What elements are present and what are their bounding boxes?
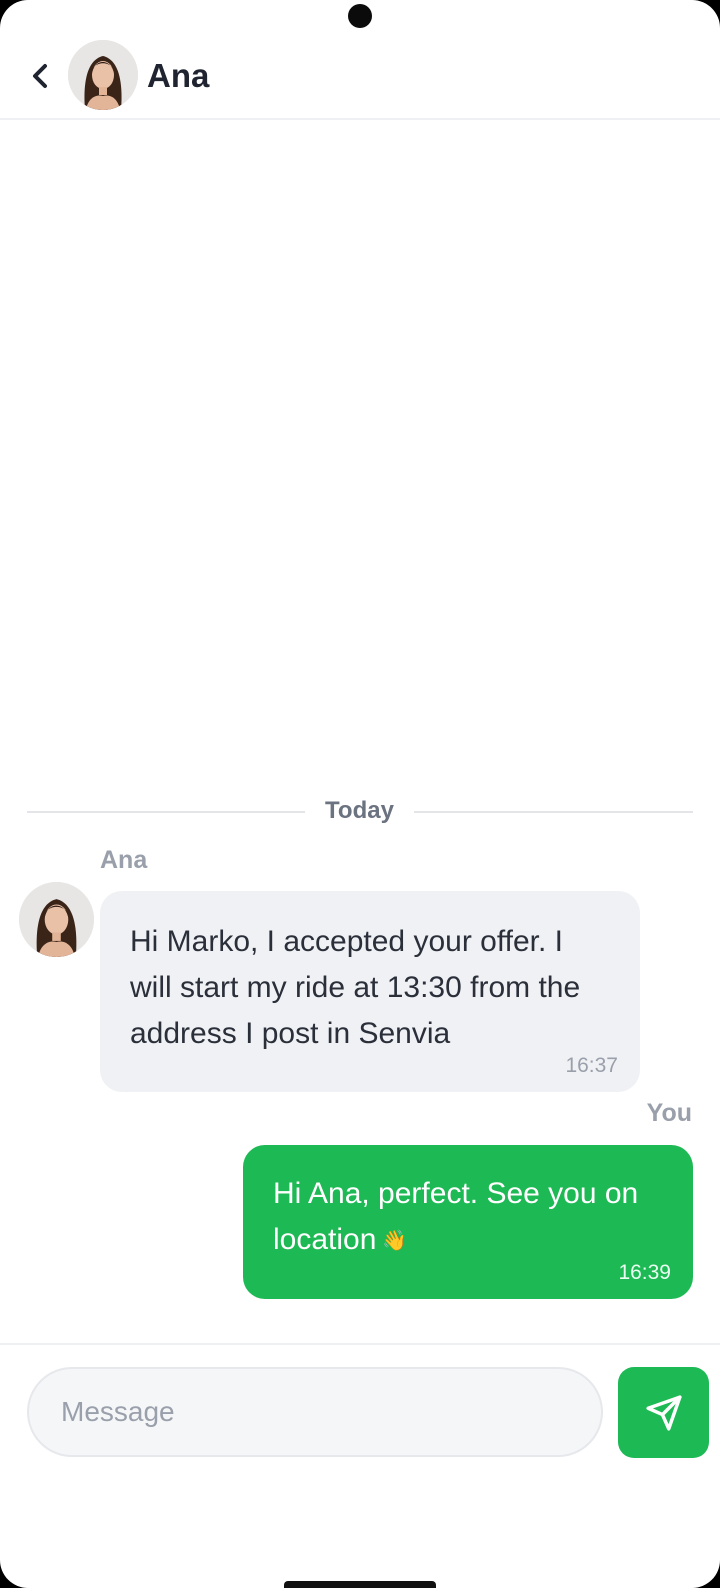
message-timestamp: 16:39	[618, 1261, 671, 1284]
chevron-left-icon	[33, 64, 47, 88]
send-button[interactable]	[618, 1367, 709, 1458]
divider-line	[414, 811, 693, 813]
message-sender-name: You	[646, 1099, 692, 1127]
message-input[interactable]	[27, 1367, 603, 1457]
message-timestamp: 16:37	[565, 1054, 618, 1077]
message-sender-name: Ana	[100, 846, 148, 874]
outgoing-message-bubble[interactable]: Hi Ana, perfect. See you on location 👋 16…	[243, 1145, 693, 1299]
message-text-body: Hi Ana, perfect. See you on location	[273, 1177, 639, 1256]
send-icon	[645, 1394, 682, 1431]
contact-avatar[interactable]	[68, 40, 138, 110]
incoming-message-bubble[interactable]: Hi Marko, I accepted your offer. I will …	[100, 891, 640, 1092]
message-text: Hi Ana, perfect. See you on location 👋	[273, 1171, 663, 1264]
back-button[interactable]	[22, 56, 58, 96]
divider-line	[27, 811, 305, 813]
chat-header: Ana	[0, 0, 720, 120]
day-separator: Today	[27, 795, 693, 827]
home-indicator[interactable]	[284, 1581, 436, 1588]
chat-screen: Ana Today Ana Hi Marko, I accepted your …	[0, 0, 720, 1588]
waving-hand-emoji: 👋	[382, 1230, 408, 1253]
message-sender-avatar[interactable]	[19, 882, 94, 957]
day-separator-label: Today	[325, 797, 394, 824]
contact-name[interactable]: Ana	[147, 56, 209, 96]
message-composer	[0, 1343, 720, 1503]
person-photo-icon	[19, 882, 94, 957]
message-text: Hi Marko, I accepted your offer. I will …	[130, 925, 581, 1050]
person-photo-icon	[68, 40, 138, 110]
